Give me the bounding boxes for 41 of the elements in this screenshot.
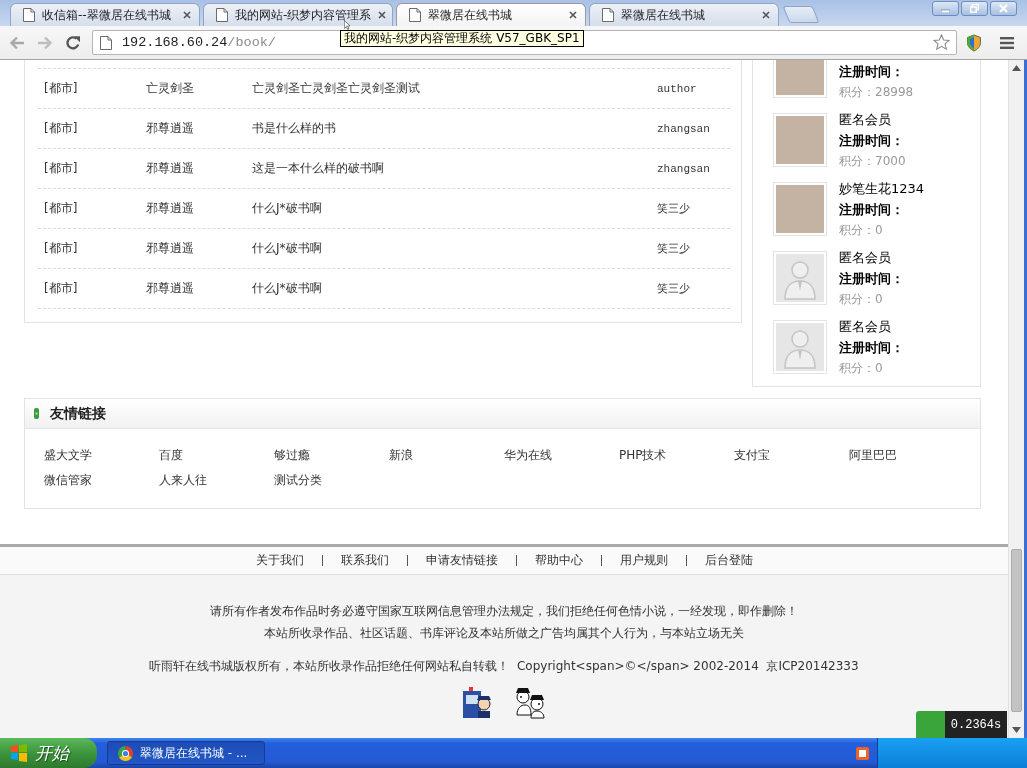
table-cell-text: [都市] <box>44 160 79 177</box>
copyright-text: 听雨轩在线书城版权所有，本站所收录作品拒绝任何网站私自转载！ Copyright<span>©</span> 2002-2014 京ICP20142333 <box>149 658 859 675</box>
table-cell-text: [都市] <box>44 200 79 217</box>
tooltip: 我的网站-织梦内容管理系统 V57_GBK_SP1 <box>340 30 584 47</box>
table-cell-text: 这是一本什么样的破书啊 <box>252 160 385 177</box>
registration-label: 注册时间： <box>839 63 905 81</box>
registration-label: 注册时间： <box>839 270 904 288</box>
table-cell-text: [都市] <box>44 80 79 97</box>
table-cell-text: 什么J*破书啊 <box>252 240 323 257</box>
table-cell-text: 什么J*破书啊 <box>252 280 323 297</box>
table-cell: zhangsan <box>657 122 710 135</box>
points-text: 积分：7000 <box>839 153 906 170</box>
table-cell: author <box>657 82 697 95</box>
table-cell: zhangsan <box>657 162 710 175</box>
table-cell-text: [都市] <box>44 120 79 137</box>
section-title: 友情链接 <box>50 404 106 423</box>
table-cell-text: [都市] <box>44 240 79 257</box>
table-cell-text: 邪尊逍遥 <box>146 200 195 217</box>
notice-text: 请所有作者发布作品时务必遵守国家互联网信息管理办法规定，我们拒绝任何色情小说，一经发现，即作删除！ <box>210 603 798 620</box>
table-cell-text: 什么J*破书啊 <box>252 200 323 217</box>
table-cell-text: 笑三少 <box>657 282 690 296</box>
registration-label: 注册时间： <box>839 339 904 357</box>
table-cell-text: [都市] <box>44 280 79 297</box>
table-cell-text: 邪尊逍遥 <box>146 280 195 297</box>
points-text: 积分：0 <box>839 360 884 377</box>
table-cell-text: 笑三少 <box>657 202 690 216</box>
table-cell-text: 亡灵剑圣 <box>146 80 195 97</box>
points-text: 积分：0 <box>839 222 884 239</box>
table-cell-text: 笑三少 <box>657 242 690 256</box>
table-cell-text: 亡灵剑圣亡灵剑圣亡灵剑圣测试 <box>252 80 421 97</box>
table-cell-text: 书是什么样的书 <box>252 120 337 137</box>
table-cell-text: 邪尊逍遥 <box>146 160 195 177</box>
registration-label: 注册时间： <box>839 132 905 150</box>
load-time-badge: 0.2364s <box>945 711 1007 738</box>
table-cell-text: 邪尊逍遥 <box>146 240 195 257</box>
table-cell-text: 邪尊逍遥 <box>146 120 195 137</box>
points-text: 积分：0 <box>839 291 884 308</box>
url-text: 192.168.60.24/book/ <box>122 35 276 50</box>
notice-text: 本站所收录作品、社区话题、书库评论及本站所做之广告均属其个人行为，与本站立场无关 <box>264 625 744 642</box>
registration-label: 注册时间： <box>839 201 905 219</box>
points-text: 积分：28998 <box>839 84 914 101</box>
